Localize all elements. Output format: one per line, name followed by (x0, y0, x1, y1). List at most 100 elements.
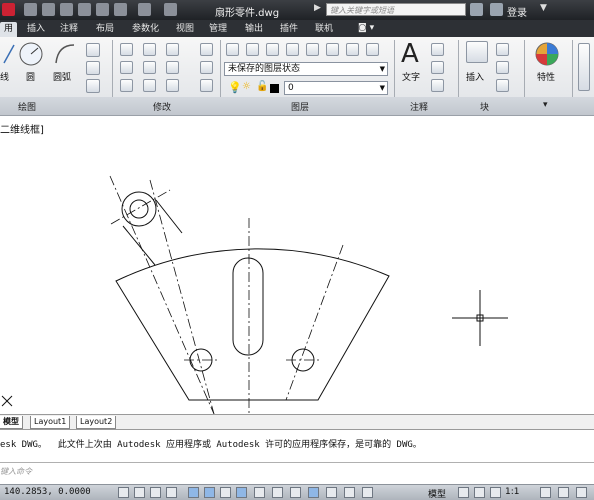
modify-panel-title[interactable]: 修改 (153, 100, 171, 113)
rectangle-icon[interactable] (86, 43, 100, 57)
layer-icon[interactable] (306, 43, 319, 56)
lineweight-toggle[interactable] (290, 487, 301, 498)
clean-screen-icon[interactable] (576, 487, 587, 498)
array-icon[interactable] (166, 79, 179, 92)
tab-view[interactable]: 视图 (176, 22, 194, 37)
stretch-icon[interactable] (120, 79, 133, 92)
search-input[interactable]: 键入关键字或短语 (326, 3, 466, 16)
layer-icon[interactable] (346, 43, 359, 56)
utilities-icon[interactable] (578, 43, 590, 91)
annotation-panel-title[interactable]: 注释 (410, 100, 428, 113)
selection-cycling-toggle[interactable] (344, 487, 355, 498)
layer-icon[interactable] (286, 43, 299, 56)
quick-view-drawings-icon[interactable] (474, 487, 485, 498)
tab-output[interactable]: 输出 (245, 22, 263, 37)
osnap-toggle[interactable] (204, 487, 215, 498)
layer-icon[interactable] (326, 43, 339, 56)
print-icon[interactable] (96, 3, 109, 16)
tab-layout1[interactable]: Layout1 (30, 416, 71, 429)
layer-panel-title[interactable]: 图层 (291, 100, 309, 113)
dimension-icon[interactable] (431, 43, 444, 56)
annotation-monitor-toggle[interactable] (362, 487, 373, 498)
3d-osnap-toggle[interactable] (220, 487, 231, 498)
chevron-down-icon[interactable]: ▼ (540, 3, 547, 13)
circle-tool-icon[interactable] (17, 41, 45, 67)
lock-icon[interactable]: 🔓 (256, 81, 268, 92)
new-file-icon[interactable] (24, 3, 37, 16)
tab-online[interactable]: 联机 (315, 22, 333, 37)
fillet-icon[interactable] (166, 61, 179, 74)
line-tool-icon[interactable] (2, 41, 16, 67)
chevron-down-icon[interactable]: ▾ (543, 100, 548, 110)
tab-plugins[interactable]: 插件 (280, 22, 298, 37)
trim-icon[interactable] (166, 43, 179, 56)
copy-icon[interactable] (120, 61, 133, 74)
snap-toggle[interactable] (134, 487, 145, 498)
text-tool-label: 文字 (402, 73, 421, 83)
login-button[interactable]: 登录 (507, 4, 527, 19)
hatch-icon[interactable] (86, 79, 100, 93)
mirror-icon[interactable] (143, 61, 156, 74)
layer-properties-icon[interactable] (226, 43, 239, 56)
tab-insert[interactable]: 插入 (27, 22, 45, 37)
command-input[interactable]: 键入命令 (0, 462, 594, 481)
explode-icon[interactable] (200, 61, 213, 74)
layer-icon[interactable] (366, 43, 379, 56)
create-block-icon[interactable] (496, 43, 509, 56)
model-space-button[interactable]: 模型 (428, 487, 446, 500)
app-menu-icon[interactable] (2, 3, 15, 16)
drawing-canvas[interactable] (0, 130, 594, 414)
save-as-icon[interactable] (78, 3, 91, 16)
draw-panel-title[interactable]: 绘图 (18, 100, 36, 113)
block-panel-title[interactable]: 块 (480, 100, 489, 113)
tab-manage[interactable]: 管理 (209, 22, 227, 37)
ellipse-icon[interactable] (86, 61, 100, 75)
lightbulb-icon[interactable]: 💡 (228, 81, 242, 94)
layer-icon[interactable] (246, 43, 259, 56)
workspace-switch-icon[interactable] (540, 487, 551, 498)
erase-icon[interactable] (200, 43, 213, 56)
sun-icon[interactable]: ☼ (242, 81, 251, 92)
offset-icon[interactable] (200, 79, 213, 92)
ortho-toggle[interactable] (166, 487, 177, 498)
pan-icon[interactable] (490, 487, 501, 498)
ducs-toggle[interactable] (254, 487, 265, 498)
tab-layout2[interactable]: Layout2 (76, 416, 117, 429)
layer-state-select[interactable]: 未保存的图层状态 ▼ (224, 62, 388, 76)
dyn-toggle[interactable] (272, 487, 283, 498)
undo-icon[interactable] (114, 3, 127, 16)
tab-layout[interactable]: 布局 (96, 22, 114, 37)
quick-properties-toggle[interactable] (326, 487, 337, 498)
binoculars-icon[interactable] (470, 3, 483, 16)
workspace-icon[interactable] (164, 3, 177, 16)
edit-block-icon[interactable] (496, 61, 509, 74)
quick-view-layouts-icon[interactable] (458, 487, 469, 498)
lock-ui-icon[interactable] (558, 487, 569, 498)
open-file-icon[interactable] (42, 3, 55, 16)
annotation-scale-select[interactable]: 1:1 (505, 487, 519, 497)
otrack-toggle[interactable] (236, 487, 247, 498)
table-icon[interactable] (431, 79, 444, 92)
polar-toggle[interactable] (188, 487, 199, 498)
properties-icon[interactable] (534, 41, 560, 67)
rotate-icon[interactable] (143, 43, 156, 56)
save-icon[interactable] (60, 3, 73, 16)
leader-icon[interactable] (431, 61, 444, 74)
text-tool-icon[interactable]: A (401, 39, 419, 69)
arc-tool-icon[interactable] (52, 41, 78, 67)
tab-home[interactable]: 用 (0, 22, 18, 37)
tab-annotate[interactable]: 注释 (60, 22, 78, 37)
grid-toggle[interactable] (150, 487, 161, 498)
edit-attributes-icon[interactable] (496, 79, 509, 92)
current-layer-select[interactable]: 0 ▼ (284, 81, 388, 95)
insert-block-icon[interactable] (466, 41, 488, 63)
tab-parametric[interactable]: 参数化 (132, 22, 159, 37)
layer-icon[interactable] (266, 43, 279, 56)
tab-model[interactable]: 模型 (0, 416, 23, 429)
infer-constraints-toggle[interactable] (118, 487, 129, 498)
transparency-toggle[interactable] (308, 487, 319, 498)
scale-icon[interactable] (143, 79, 156, 92)
move-icon[interactable] (120, 43, 133, 56)
ribbon-options-icon[interactable]: ◙ ▾ (358, 23, 374, 33)
redo-icon[interactable] (138, 3, 151, 16)
